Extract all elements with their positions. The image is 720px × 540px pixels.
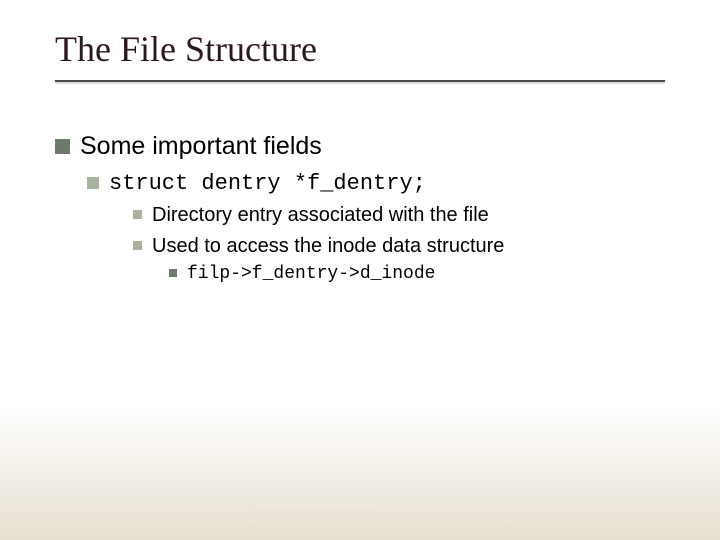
bullet-level-3: Used to access the inode data structure: [133, 235, 665, 258]
bullet-text-code: struct dentry *f_dentry;: [109, 171, 426, 196]
bullet-level-4: filp->f_dentry->d_inode: [169, 264, 665, 284]
square-bullet-icon: [55, 139, 70, 154]
title-area: The File Structure: [55, 28, 665, 82]
square-bullet-icon: [87, 177, 99, 189]
bullet-text: Some important fields: [80, 132, 322, 161]
bullet-level-1: Some important fields: [55, 132, 665, 161]
square-bullet-icon: [133, 210, 142, 219]
bullet-text: Used to access the inode data structure: [152, 235, 504, 258]
bullet-text-code: filp->f_dentry->d_inode: [187, 264, 435, 284]
slide-body: Some important fields struct dentry *f_d…: [55, 132, 665, 284]
square-bullet-icon: [133, 241, 142, 250]
bullet-text: Directory entry associated with the file: [152, 204, 489, 227]
bullet-level-3: Directory entry associated with the file: [133, 204, 665, 227]
slide: The File Structure Some important fields…: [0, 0, 720, 540]
slide-title: The File Structure: [55, 28, 665, 70]
square-bullet-icon: [169, 269, 177, 277]
title-underline: [55, 80, 665, 82]
bullet-level-2: struct dentry *f_dentry;: [87, 171, 665, 196]
